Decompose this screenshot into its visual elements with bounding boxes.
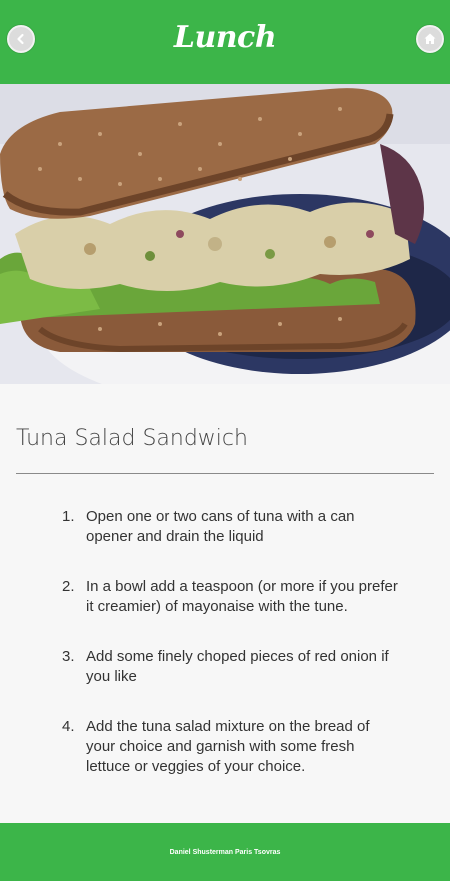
recipe-steps: 1. Open one or two cans of tuna with a c… [62,507,402,807]
list-item: 3. Add some finely choped pieces of red … [62,647,402,687]
step-number: 4. [62,718,75,735]
recipe-content: Tuna Salad Sandwich 1. Open one or two c… [0,384,450,823]
list-item: 4. Add the tuna salad mixture on the bre… [62,717,402,777]
app-header: Lunch [0,0,450,84]
sandwich-photo [0,84,450,384]
step-number: 1. [62,508,75,525]
step-number: 2. [62,578,75,595]
divider [16,473,434,474]
step-number: 3. [62,648,75,665]
step-text: In a bowl add a teaspoon (or more if you… [86,578,398,615]
list-item: 2. In a bowl add a teaspoon (or more if … [62,577,402,617]
app-footer: Daniel Shusterman Paris Tsovras [0,823,450,881]
step-text: Add some finely choped pieces of red oni… [86,648,389,685]
step-text: Add the tuna salad mixture on the bread … [86,718,370,775]
recipe-title: Tuna Salad Sandwich [16,426,248,451]
home-icon [422,31,438,47]
footer-credits: Daniel Shusterman Paris Tsovras [169,848,281,856]
app-title: Lunch [173,20,277,55]
step-text: Open one or two cans of tuna with a can … [86,508,355,545]
home-button[interactable] [416,25,444,53]
list-item: 1. Open one or two cans of tuna with a c… [62,507,402,547]
